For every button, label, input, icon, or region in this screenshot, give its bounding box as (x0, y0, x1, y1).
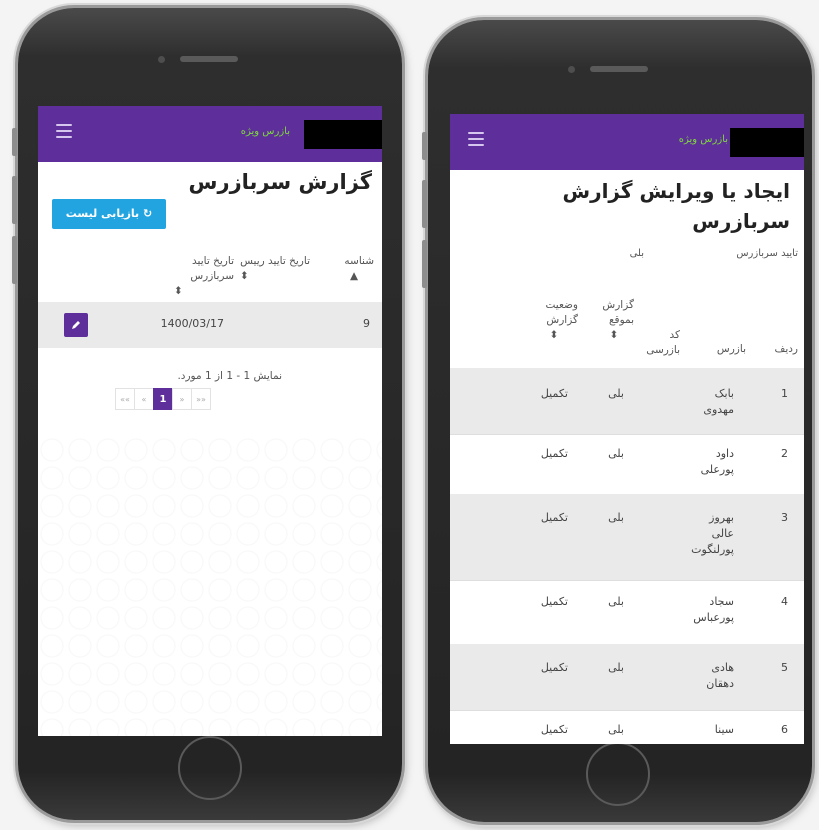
column-header-label: کد بازرسی (646, 329, 680, 356)
brand-link[interactable]: بازرس ویژه (241, 126, 290, 137)
row-inspector: سینا (714, 723, 734, 736)
page-button-current[interactable]: 1 (153, 388, 173, 410)
redacted-block (304, 120, 382, 149)
row-inspector: هادی دهقان (706, 661, 734, 690)
row-ontime: بلی (608, 595, 624, 608)
sort-icon: ⬍ (609, 329, 619, 341)
page-title: گزارش سربازرس (188, 170, 373, 194)
row-ontime: بلی (608, 661, 624, 674)
row-number: 2 (781, 447, 788, 460)
home-button[interactable] (178, 736, 242, 800)
column-header-label: تاریخ تایید سربازرس (190, 255, 234, 282)
sort-icon: ⬍ (549, 329, 559, 341)
table-row (450, 494, 804, 580)
right-phone: بازرس ویژه ایجاد یا ویرایش گزارش سربازرس… (422, 20, 812, 822)
row-status: تکمیل (540, 511, 568, 524)
row-divider (450, 710, 804, 711)
front-camera (568, 66, 575, 73)
row-number: 1 (781, 387, 788, 400)
column-header-inspector[interactable]: بازرس (706, 342, 746, 357)
menu-icon[interactable] (56, 124, 72, 138)
navbar: بازرس ویژه (450, 114, 804, 170)
row-number: 5 (781, 661, 788, 674)
column-header-label: تاریخ تایید رییس (240, 255, 310, 267)
row-ontime: بلی (608, 511, 624, 524)
brand-link[interactable]: بازرس ویژه (679, 134, 728, 145)
row-inspector: داود پورعلی (700, 447, 734, 476)
row-status: تکمیل (540, 595, 568, 608)
edit-button[interactable] (64, 313, 88, 337)
row-inspector-date: 1400/03/17 (160, 317, 224, 330)
row-inspector: بهروز عالی پورلنگوت (691, 511, 734, 556)
sort-icon: ⬍ (174, 285, 183, 297)
row-ontime: بلی (608, 447, 624, 460)
column-header-chief-date[interactable]: تاریخ تایید رییس ⬍ (240, 254, 310, 284)
mute-switch (12, 128, 17, 156)
row-number: 4 (781, 595, 788, 608)
sort-icon: ⬍ (240, 270, 249, 282)
background-pattern (38, 436, 382, 736)
row-inspector: سجاد پورعباس (693, 595, 734, 624)
first-page-button[interactable]: «« (115, 388, 135, 410)
table-row (450, 644, 804, 710)
row-status: تکمیل (540, 447, 568, 460)
volume-down-button (12, 236, 17, 284)
pagination-summary: نمایش 1 - 1 از 1 مورد. (177, 370, 282, 382)
row-number: 3 (781, 511, 788, 524)
right-screen: بازرس ویژه ایجاد یا ویرایش گزارش سربازرس… (450, 114, 804, 744)
volume-down-button (422, 240, 427, 288)
column-header-ontime[interactable]: گزارش بموقع ⬍ (594, 298, 634, 343)
front-camera (158, 56, 165, 63)
navbar: بازرس ویژه (38, 106, 382, 162)
column-header-inspector-date[interactable]: تاریخ تایید سربازرس ⬍ (174, 254, 234, 299)
pagination: «« « 1 » »» (115, 388, 211, 410)
column-header-label: گزارش بموقع (602, 299, 634, 326)
prev-page-button[interactable]: « (134, 388, 154, 410)
row-divider (450, 434, 804, 435)
speaker-grille (180, 56, 238, 62)
column-header-inspection-code[interactable]: کد بازرسی (642, 328, 680, 358)
next-page-button[interactable]: » (172, 388, 192, 410)
row-id: 9 (363, 317, 370, 330)
column-header-label: وضعیت گزارش (545, 299, 578, 326)
sort-icon: ▲ (349, 270, 359, 282)
refresh-icon: ↻ (139, 207, 153, 220)
reset-list-button[interactable]: ↻ بازیابی لیست (52, 199, 166, 229)
row-ontime: بلی (608, 387, 624, 400)
reset-list-label: بازیابی لیست (65, 207, 140, 220)
column-header-id[interactable]: شناسه ▲ (334, 254, 374, 284)
row-number: 6 (781, 723, 788, 736)
redacted-block (730, 128, 804, 157)
row-ontime: بلی (608, 723, 624, 736)
row-status: تکمیل (540, 661, 568, 674)
pencil-icon (72, 321, 80, 329)
column-header-status[interactable]: وضعیت گزارش ⬍ (530, 298, 578, 343)
left-screen: بازرس ویژه گزارش سربازرس ↻ بازیابی لیست … (38, 106, 382, 736)
home-button[interactable] (586, 742, 650, 806)
left-phone: بازرس ویژه گزارش سربازرس ↻ بازیابی لیست … (12, 8, 402, 820)
volume-up-button (12, 176, 17, 224)
row-status: تکمیل (540, 387, 568, 400)
page-title: ایجاد یا ویرایش گزارش سربازرس (562, 179, 790, 233)
column-header-row-number[interactable]: ردیف (764, 342, 798, 357)
column-header-label: شناسه (344, 255, 374, 267)
stage: بازرس ویژه گزارش سربازرس ↻ بازیابی لیست … (0, 0, 819, 830)
volume-up-button (422, 180, 427, 228)
menu-icon[interactable] (468, 132, 484, 146)
approve-label: تایید سربازرس (736, 248, 798, 259)
row-status: تکمیل (540, 723, 568, 736)
last-page-button[interactable]: »» (191, 388, 211, 410)
approve-value: بلی (629, 248, 644, 259)
speaker-grille (590, 66, 648, 72)
mute-switch (422, 132, 427, 160)
row-inspector: بابک مهدوی (703, 387, 734, 416)
row-divider (450, 580, 804, 581)
table-row (450, 368, 804, 434)
